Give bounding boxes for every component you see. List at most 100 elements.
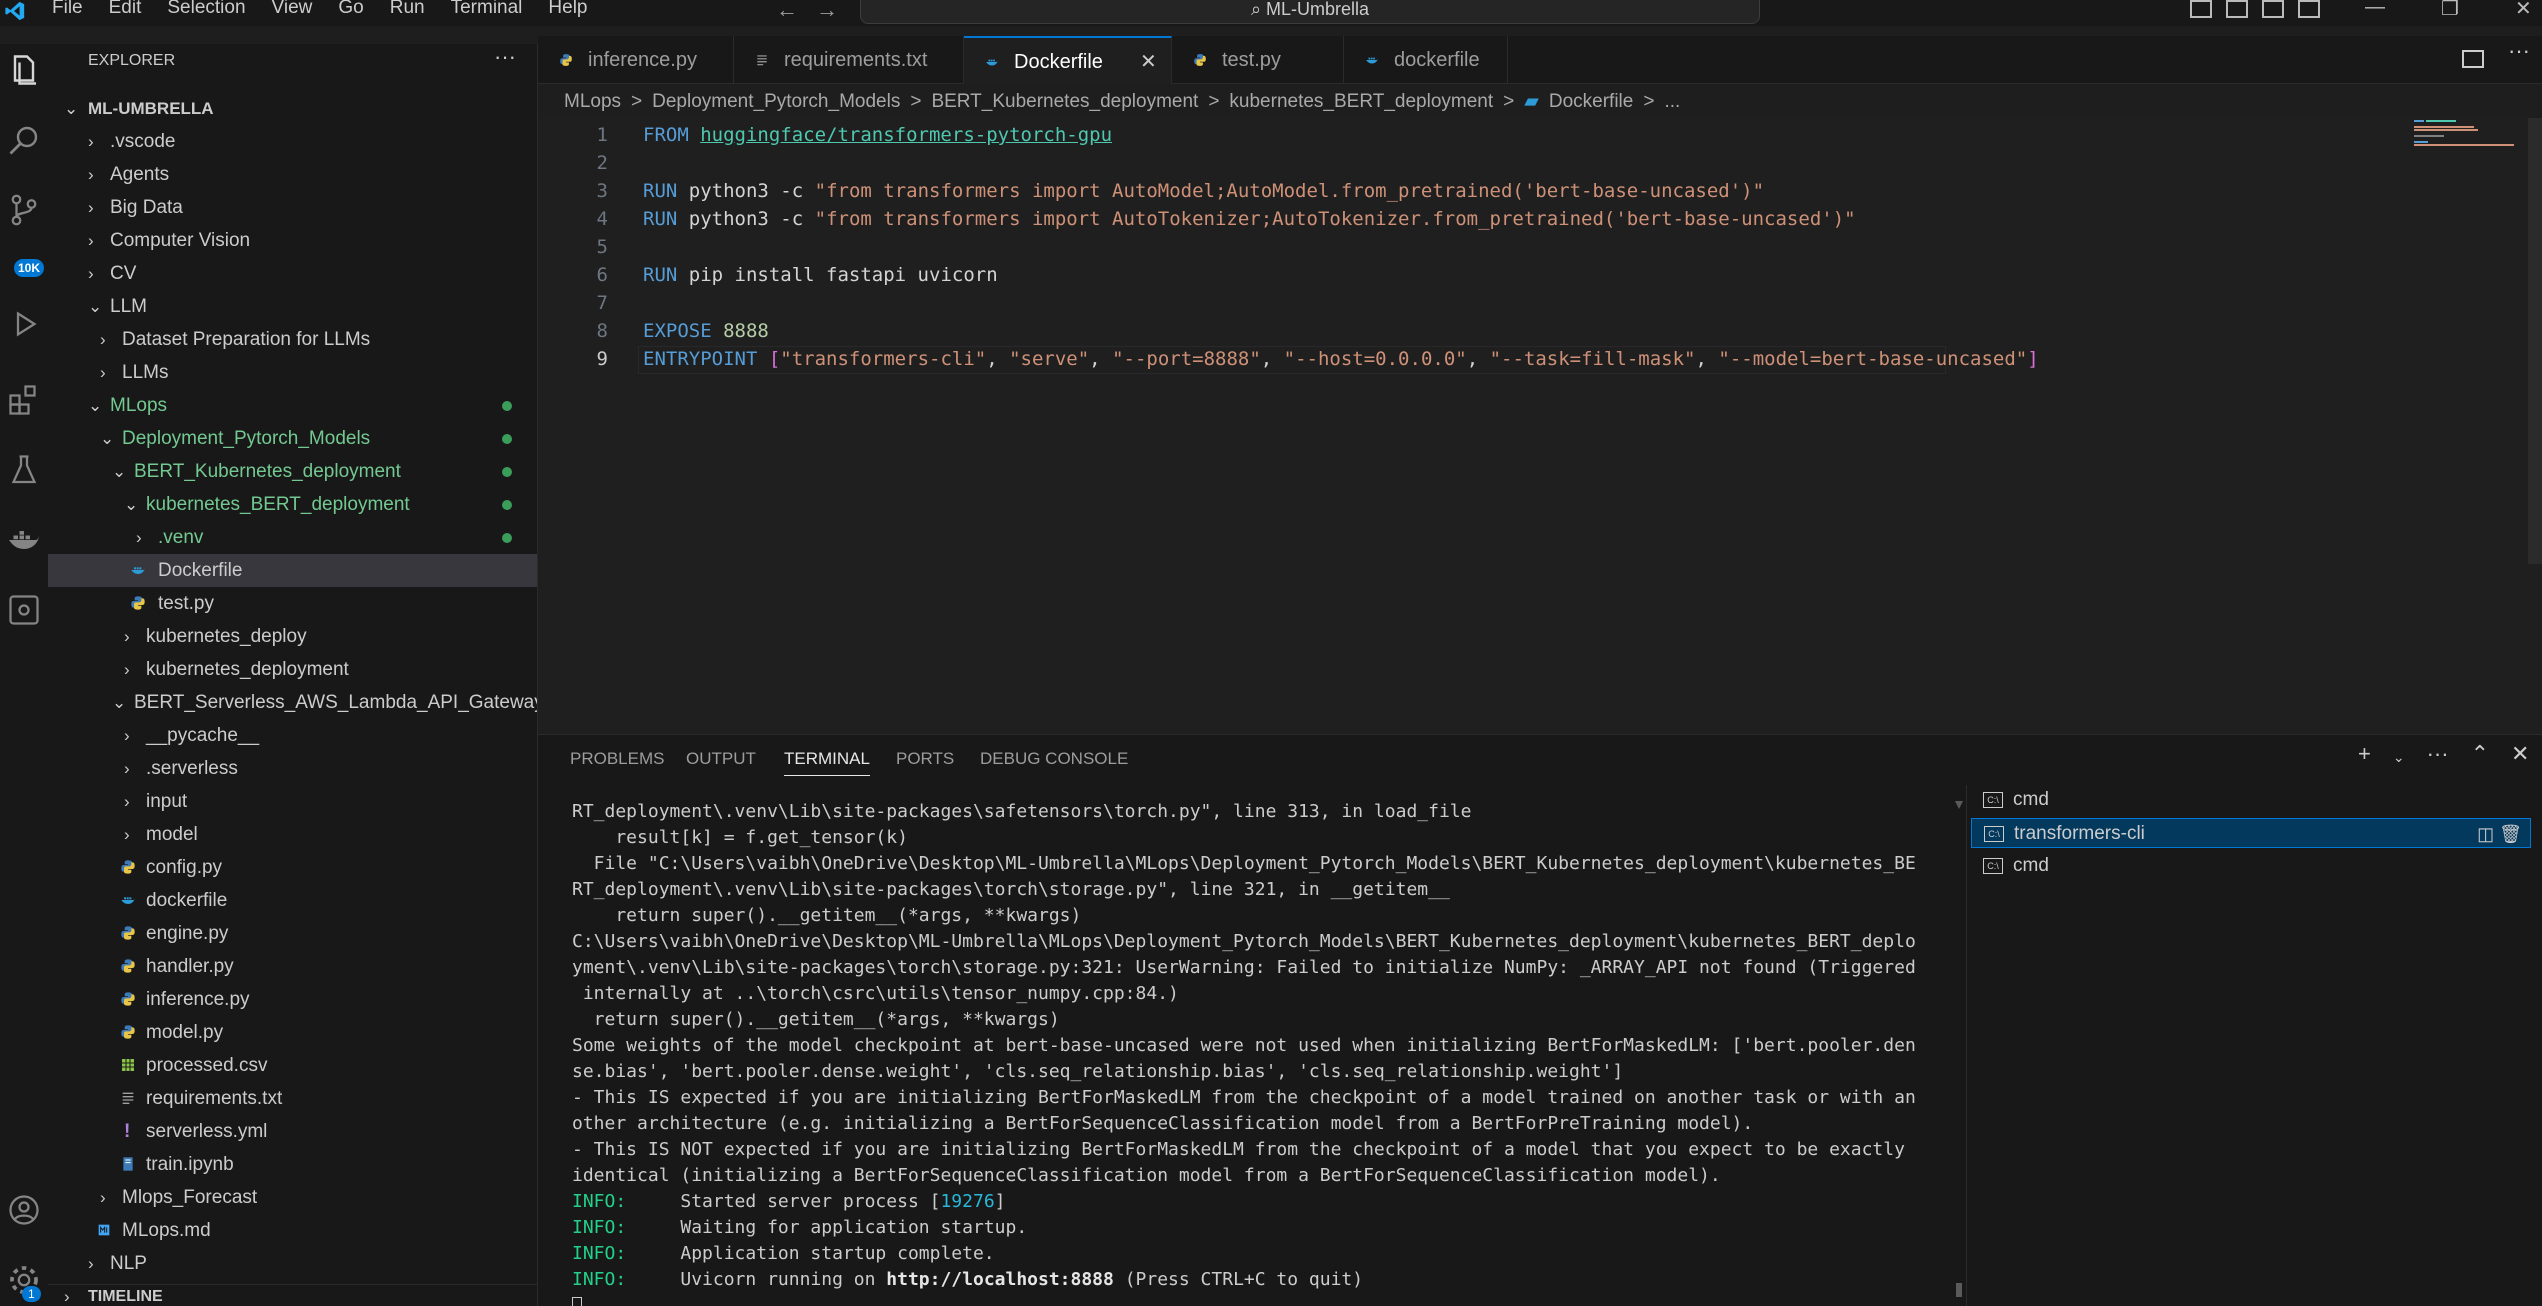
tab-test-py[interactable]: test.py bbox=[1172, 36, 1344, 84]
split-terminal-icon[interactable]: ◫ bbox=[2477, 824, 2494, 844]
menu-go[interactable]: Go bbox=[338, 0, 363, 19]
run-debug-icon[interactable] bbox=[6, 262, 42, 337]
tab-inference-py[interactable]: inference.py bbox=[538, 36, 734, 84]
workspace-root[interactable]: ⌄ ML-UMBRELLA bbox=[48, 92, 537, 125]
back-arrow-icon[interactable]: ← bbox=[776, 0, 798, 22]
tree-file-requirements-txt[interactable]: requirements.txt bbox=[48, 1082, 537, 1115]
tab-dockerfile[interactable]: Dockerfile ✕ bbox=[964, 36, 1172, 84]
tree-folder-kubernetes-bert-deployment[interactable]: ⌄ kubernetes_BERT_deployment bbox=[48, 488, 537, 521]
tree-folder-vscode[interactable]: › .vscode bbox=[48, 125, 537, 158]
more-actions-icon[interactable]: ··· bbox=[2427, 741, 2449, 767]
tree-folder-cv[interactable]: › CV bbox=[48, 257, 537, 290]
toggle-secondary-sidebar-icon[interactable] bbox=[2262, 0, 2284, 18]
breadcrumb-mlops[interactable]: MLops bbox=[564, 91, 621, 112]
toggle-primary-sidebar-icon[interactable] bbox=[2190, 0, 2212, 18]
split-editor-icon[interactable] bbox=[2462, 50, 2484, 68]
tree-file-processed-csv[interactable]: processed.csv bbox=[48, 1049, 537, 1082]
tree-file-inference-py[interactable]: inference.py bbox=[48, 983, 537, 1016]
remote-explorer-icon[interactable] bbox=[6, 592, 42, 628]
chevron-down-icon[interactable]: ⌄ bbox=[2393, 749, 2405, 767]
tree-folder-mlops[interactable]: ⌄ MLops bbox=[48, 389, 537, 422]
tab-dockerfile-lower[interactable]: dockerfile bbox=[1344, 36, 1508, 84]
menu-run[interactable]: Run bbox=[390, 0, 425, 19]
customize-layout-icon[interactable] bbox=[2298, 0, 2320, 18]
tab-requirements-txt[interactable]: requirements.txt bbox=[734, 36, 964, 84]
tab-debug-console[interactable]: DEBUG CONSOLE bbox=[980, 749, 1128, 769]
menu-view[interactable]: View bbox=[272, 0, 313, 19]
close-tab-icon[interactable]: ✕ bbox=[1140, 38, 1157, 86]
close-panel-icon[interactable]: ✕ bbox=[2511, 741, 2529, 767]
menu-help[interactable]: Help bbox=[548, 0, 587, 19]
tree-folder-kubernetes-deploy[interactable]: › kubernetes_deploy bbox=[48, 620, 537, 653]
tree-folder-dataset-preparation[interactable]: › Dataset Preparation for LLMs bbox=[48, 323, 537, 356]
toggle-panel-icon[interactable] bbox=[2226, 0, 2248, 18]
tree-file-dockerfile-lower[interactable]: dockerfile bbox=[48, 884, 537, 917]
tree-folder-big-data[interactable]: › Big Data bbox=[48, 191, 537, 224]
tree-folder-kubernetes-deployment[interactable]: › kubernetes_deployment bbox=[48, 653, 537, 686]
tree-file-train-ipynb[interactable]: train.ipynb bbox=[48, 1148, 537, 1181]
tree-folder-llm[interactable]: ⌄ LLM bbox=[48, 290, 537, 323]
testing-icon[interactable] bbox=[6, 452, 42, 488]
terminal-item-cmd[interactable]: C:\ cmd bbox=[1971, 785, 2531, 815]
menu-edit[interactable]: Edit bbox=[109, 0, 142, 19]
tree-folder-serverless[interactable]: › .serverless bbox=[48, 752, 537, 785]
tab-problems[interactable]: PROBLEMS bbox=[570, 749, 664, 769]
menu-file[interactable]: File bbox=[52, 0, 83, 19]
tree-folder-bert-kubernetes-deployment[interactable]: ⌄ BERT_Kubernetes_deployment bbox=[48, 455, 537, 488]
terminal-scrollbar[interactable] bbox=[1954, 799, 1964, 1306]
restore-icon[interactable]: ❐ bbox=[2441, 0, 2459, 21]
tree-folder-venv[interactable]: › .venv bbox=[48, 521, 537, 554]
tree-file-model-py[interactable]: model.py bbox=[48, 1016, 537, 1049]
explorer-more-icon[interactable]: ··· bbox=[494, 44, 516, 70]
tree-folder-mlops-forecast[interactable]: › Mlops_Forecast bbox=[48, 1181, 537, 1214]
close-window-icon[interactable]: ✕ bbox=[2515, 0, 2532, 21]
tree-folder-agents[interactable]: › Agents bbox=[48, 158, 537, 191]
tree-folder-bert-serverless[interactable]: ⌄ BERT_Serverless_AWS_Lambda_API_Gateway bbox=[48, 686, 537, 719]
breadcrumb-kubernetes-bert[interactable]: kubernetes_BERT_deployment bbox=[1229, 91, 1493, 112]
tree-file-serverless-yml[interactable]: ! serverless.yml bbox=[48, 1115, 537, 1148]
terminal-item-cmd-2[interactable]: C:\ cmd bbox=[1971, 851, 2531, 881]
minimap[interactable] bbox=[2412, 118, 2532, 148]
trash-icon[interactable]: 🗑 bbox=[2499, 824, 2522, 844]
tab-ports[interactable]: PORTS bbox=[896, 749, 954, 769]
docker-icon[interactable] bbox=[6, 522, 42, 558]
editor-scrollbar[interactable] bbox=[2528, 118, 2542, 564]
search-icon[interactable] bbox=[6, 122, 42, 158]
tab-terminal[interactable]: TERMINAL bbox=[784, 749, 870, 776]
tree-file-handler-py[interactable]: handler.py bbox=[48, 950, 537, 983]
editor-more-icon[interactable]: ··· bbox=[2508, 38, 2530, 64]
command-center-search[interactable]: ⌕ ML-Umbrella bbox=[860, 0, 1760, 24]
breadcrumb-deployment[interactable]: Deployment_Pytorch_Models bbox=[652, 91, 900, 112]
new-terminal-plus-icon[interactable]: + bbox=[2358, 741, 2371, 767]
accounts-icon[interactable] bbox=[6, 1192, 42, 1228]
localhost-link[interactable]: http://localhost:8888 bbox=[886, 1269, 1114, 1290]
breadcrumb-bert-kubernetes[interactable]: BERT_Kubernetes_deployment bbox=[931, 91, 1198, 112]
breadcrumb-dockerfile[interactable]: Dockerfile bbox=[1549, 91, 1633, 112]
breadcrumb-ellipsis[interactable]: ... bbox=[1664, 91, 1680, 112]
tree-folder-nlp[interactable]: › NLP bbox=[48, 1247, 537, 1280]
tree-folder-deployment-pytorch-models[interactable]: ⌄ Deployment_Pytorch_Models bbox=[48, 422, 537, 455]
tree-folder-model[interactable]: › model bbox=[48, 818, 537, 851]
code-editor[interactable]: 1 2 3 4 5 6 7 8 9 FROM huggingface/trans… bbox=[538, 118, 2542, 734]
forward-arrow-icon[interactable]: → bbox=[816, 0, 838, 22]
minimize-icon[interactable]: — bbox=[2365, 0, 2385, 21]
maximize-panel-icon[interactable]: ⌃ bbox=[2471, 741, 2489, 767]
tab-output[interactable]: OUTPUT bbox=[686, 749, 756, 769]
extensions-icon[interactable] bbox=[6, 382, 42, 418]
menu-selection[interactable]: Selection bbox=[167, 0, 245, 19]
tree-file-mlops-md[interactable]: MLops.md bbox=[48, 1214, 537, 1247]
tree-folder-input[interactable]: › input bbox=[48, 785, 537, 818]
explorer-icon[interactable] bbox=[6, 52, 42, 88]
tree-folder-llms[interactable]: › LLMs bbox=[48, 356, 537, 389]
source-control-icon[interactable] bbox=[6, 192, 42, 228]
tree-folder-computer-vision[interactable]: › Computer Vision bbox=[48, 224, 537, 257]
tree-file-test-py[interactable]: test.py bbox=[48, 587, 537, 620]
menu-terminal[interactable]: Terminal bbox=[451, 0, 523, 19]
tree-file-dockerfile[interactable]: Dockerfile bbox=[48, 554, 537, 587]
terminal-output[interactable]: RT_deployment\.venv\Lib\site-packages\sa… bbox=[572, 799, 1972, 1306]
tree-file-config-py[interactable]: config.py bbox=[48, 851, 537, 884]
terminal-item-transformers-cli[interactable]: C:\ transformers-cli ◫ 🗑 bbox=[1971, 818, 2531, 848]
tree-file-engine-py[interactable]: engine.py bbox=[48, 917, 537, 950]
tree-folder-pycache[interactable]: › __pycache__ bbox=[48, 719, 537, 752]
timeline-section[interactable]: › TIMELINE bbox=[48, 1284, 537, 1306]
